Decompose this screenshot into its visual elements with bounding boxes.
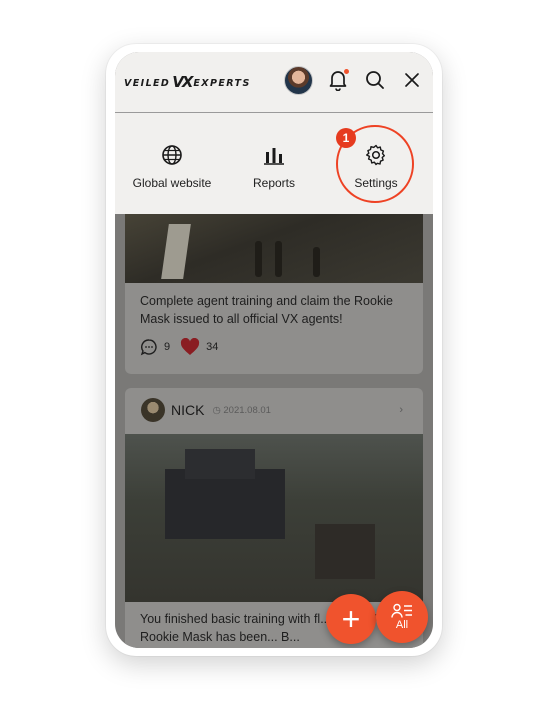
building-shape: [185, 449, 255, 479]
app-screen: Complete agent training and claim the Ro…: [115, 52, 433, 648]
post-image: [125, 434, 423, 602]
filter-all-button[interactable]: All: [376, 591, 428, 643]
author-avatar: [141, 398, 165, 422]
bell-icon[interactable]: [325, 67, 351, 93]
figure-shape: [255, 241, 262, 277]
like-count: 34: [206, 341, 219, 353]
post-image: [125, 204, 423, 283]
globe-icon: [122, 143, 222, 167]
building-shape: [165, 469, 285, 539]
header-menu: Global website Reports Settings 1: [115, 113, 433, 214]
add-post-button[interactable]: +: [326, 594, 376, 644]
feed: Complete agent training and claim the Ro…: [115, 204, 433, 648]
menu-item-global-website[interactable]: Global website: [122, 143, 222, 190]
bar-chart-icon: [224, 143, 324, 167]
chevron-right-icon[interactable]: ›: [399, 404, 403, 416]
post-date: ◷ 2021.08.01: [212, 404, 271, 416]
menu-label: Reports: [252, 176, 296, 190]
search-icon[interactable]: [362, 67, 388, 93]
comment-count: 9: [164, 341, 171, 353]
menu-label: Global website: [132, 176, 212, 190]
barrier-shape: [161, 224, 191, 279]
plus-icon: +: [341, 600, 361, 637]
menu-item-reports[interactable]: Reports: [224, 143, 324, 190]
post-card[interactable]: Complete agent training and claim the Ro…: [125, 204, 423, 374]
step-badge: 1: [336, 128, 356, 148]
filter-label: All: [395, 619, 409, 631]
building-shape: [315, 524, 375, 579]
close-icon[interactable]: [399, 67, 425, 93]
app-header: VEILED VX EXPERTS: [115, 52, 433, 113]
post-author: NICK ◷ 2021.08.01: [141, 398, 271, 422]
notification-dot: [344, 69, 349, 74]
figure-shape: [313, 247, 320, 277]
comment-icon[interactable]: [140, 338, 158, 356]
post-meta: 9 34: [140, 338, 228, 356]
phone-frame: Complete agent training and claim the Ro…: [106, 44, 442, 656]
user-list-icon: [391, 603, 412, 618]
heart-icon[interactable]: [180, 338, 200, 356]
brand-logo[interactable]: VEILED VX EXPERTS: [124, 72, 251, 91]
avatar[interactable]: [284, 66, 313, 95]
author-name: NICK: [171, 402, 205, 418]
figure-shape: [275, 241, 282, 277]
post-text: Complete agent training and claim the Ro…: [140, 294, 393, 326]
